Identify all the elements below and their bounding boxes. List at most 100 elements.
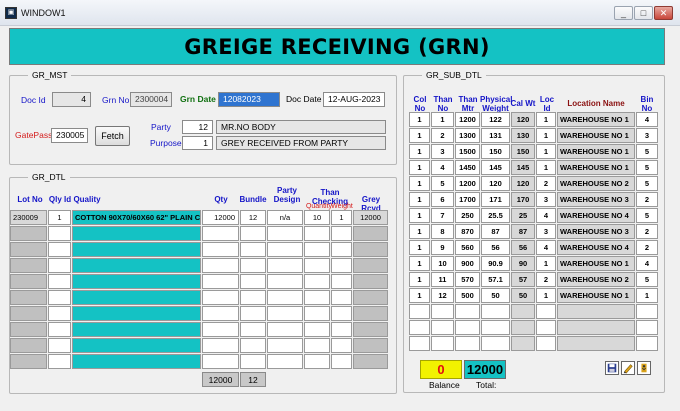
dtl-cell-grey-rcvd[interactable] [353, 338, 388, 353]
sub-cell-bin-no[interactable]: 5 [636, 160, 658, 175]
sub-cell-physical-weight[interactable]: 120 [481, 176, 510, 191]
dtl-cell-quality[interactable] [72, 354, 201, 369]
dtl-cell-quality[interactable] [72, 226, 201, 241]
sub-cell-col-no[interactable]: 1 [409, 288, 430, 303]
sub-cell-physical-weight[interactable] [481, 304, 510, 319]
dtl-cell-bundle[interactable] [240, 258, 266, 273]
dtl-cell-qly-id[interactable] [48, 274, 71, 289]
sub-cell-loc-id[interactable]: 1 [536, 112, 556, 127]
dtl-cell-quality[interactable] [72, 322, 201, 337]
sub-cell-location-name[interactable]: WAREHOUSE NO 4 [557, 240, 635, 255]
sub-cell-location-name[interactable]: WAREHOUSE NO 4 [557, 208, 635, 223]
sub-cell-cal-wt[interactable]: 50 [511, 288, 535, 303]
sub-cell-physical-weight[interactable] [481, 336, 510, 351]
dtl-cell-quality[interactable]: COTTON 90X70/60X60 62" PLAIN CTN [72, 210, 201, 225]
sub-cell-than-no[interactable]: 1 [431, 112, 454, 127]
sub-cell-than-mtr[interactable]: 1200 [455, 112, 480, 127]
sub-cell-col-no[interactable] [409, 320, 430, 335]
dtl-cell-qly-id[interactable] [48, 338, 71, 353]
sub-cell-physical-weight[interactable] [481, 320, 510, 335]
sub-cell-bin-no[interactable]: 4 [636, 112, 658, 127]
sub-cell-than-no[interactable]: 7 [431, 208, 454, 223]
sub-cell-than-mtr[interactable]: 560 [455, 240, 480, 255]
sub-cell-location-name[interactable] [557, 320, 635, 335]
sub-cell-col-no[interactable]: 1 [409, 112, 430, 127]
sub-cell-than-no[interactable]: 3 [431, 144, 454, 159]
sub-cell-physical-weight[interactable]: 131 [481, 128, 510, 143]
dtl-cell-lot-no[interactable] [10, 306, 47, 321]
dtl-cell-quantity[interactable] [304, 306, 330, 321]
dtl-cell-bundle[interactable] [240, 242, 266, 257]
dtl-cell-lot-no[interactable] [10, 226, 47, 241]
dtl-cell-quantity[interactable] [304, 258, 330, 273]
dtl-cell-weight[interactable] [331, 258, 352, 273]
sub-cell-location-name[interactable] [557, 336, 635, 351]
dtl-cell-quantity[interactable] [304, 290, 330, 305]
dtl-cell-quality[interactable] [72, 274, 201, 289]
sub-cell-cal-wt[interactable]: 87 [511, 224, 535, 239]
sub-cell-bin-no[interactable]: 5 [636, 144, 658, 159]
dtl-cell-quality[interactable] [72, 338, 201, 353]
dtl-cell-party-design[interactable] [267, 354, 303, 369]
sub-cell-cal-wt[interactable]: 56 [511, 240, 535, 255]
edit-icon[interactable] [621, 361, 635, 375]
sub-cell-than-no[interactable] [431, 304, 454, 319]
sub-cell-than-no[interactable]: 8 [431, 224, 454, 239]
sub-cell-col-no[interactable]: 1 [409, 160, 430, 175]
dtl-cell-bundle[interactable] [240, 354, 266, 369]
sub-cell-loc-id[interactable]: 1 [536, 288, 556, 303]
sub-cell-than-no[interactable]: 10 [431, 256, 454, 271]
dtl-cell-qty[interactable] [202, 338, 239, 353]
doc-date-field[interactable]: 12-AUG-2023 [323, 92, 385, 107]
sub-cell-col-no[interactable]: 1 [409, 240, 430, 255]
sub-cell-physical-weight[interactable]: 25.5 [481, 208, 510, 223]
dtl-cell-quantity[interactable] [304, 354, 330, 369]
sub-cell-cal-wt[interactable]: 25 [511, 208, 535, 223]
dtl-cell-quality[interactable] [72, 290, 201, 305]
sub-cell-loc-id[interactable]: 2 [536, 272, 556, 287]
dtl-cell-lot-no[interactable] [10, 274, 47, 289]
sub-cell-physical-weight[interactable]: 122 [481, 112, 510, 127]
sub-cell-cal-wt[interactable] [511, 304, 535, 319]
sub-cell-bin-no[interactable] [636, 320, 658, 335]
purpose-code-field[interactable]: 1 [182, 136, 213, 150]
dtl-cell-weight[interactable] [331, 290, 352, 305]
dtl-cell-grey-rcvd[interactable] [353, 258, 388, 273]
sub-cell-physical-weight[interactable]: 87 [481, 224, 510, 239]
dtl-cell-grey-rcvd[interactable] [353, 354, 388, 369]
fetch-button[interactable]: Fetch [95, 126, 130, 146]
dtl-cell-qty[interactable] [202, 290, 239, 305]
dtl-cell-grey-rcvd[interactable]: 12000 [353, 210, 388, 225]
sub-cell-than-mtr[interactable] [455, 336, 480, 351]
sub-cell-bin-no[interactable]: 3 [636, 128, 658, 143]
sub-cell-than-no[interactable]: 4 [431, 160, 454, 175]
sub-cell-location-name[interactable]: WAREHOUSE NO 2 [557, 272, 635, 287]
sub-cell-bin-no[interactable] [636, 336, 658, 351]
dtl-cell-qly-id[interactable] [48, 290, 71, 305]
sub-cell-loc-id[interactable] [536, 320, 556, 335]
save-icon[interactable] [605, 361, 619, 375]
dtl-cell-quality[interactable] [72, 242, 201, 257]
sub-cell-than-mtr[interactable]: 1300 [455, 128, 480, 143]
dtl-cell-party-design[interactable] [267, 306, 303, 321]
dtl-cell-weight[interactable] [331, 322, 352, 337]
sub-cell-location-name[interactable]: WAREHOUSE NO 1 [557, 112, 635, 127]
sub-cell-location-name[interactable]: WAREHOUSE NO 1 [557, 288, 635, 303]
dtl-cell-grey-rcvd[interactable] [353, 274, 388, 289]
sub-cell-location-name[interactable]: WAREHOUSE NO 1 [557, 256, 635, 271]
sub-cell-cal-wt[interactable] [511, 336, 535, 351]
dtl-cell-qty[interactable] [202, 242, 239, 257]
sub-cell-than-mtr[interactable]: 1450 [455, 160, 480, 175]
dtl-cell-bundle[interactable]: 12 [240, 210, 266, 225]
sub-cell-col-no[interactable]: 1 [409, 208, 430, 223]
sub-cell-location-name[interactable]: WAREHOUSE NO 1 [557, 128, 635, 143]
sub-cell-physical-weight[interactable]: 145 [481, 160, 510, 175]
sub-cell-bin-no[interactable] [636, 304, 658, 319]
dtl-cell-grey-rcvd[interactable] [353, 226, 388, 241]
sub-cell-than-no[interactable]: 5 [431, 176, 454, 191]
dtl-cell-qly-id[interactable] [48, 242, 71, 257]
dtl-cell-qty[interactable]: 12000 [202, 210, 239, 225]
sub-cell-than-mtr[interactable]: 250 [455, 208, 480, 223]
dtl-cell-grey-rcvd[interactable] [353, 242, 388, 257]
dtl-cell-qly-id[interactable] [48, 226, 71, 241]
